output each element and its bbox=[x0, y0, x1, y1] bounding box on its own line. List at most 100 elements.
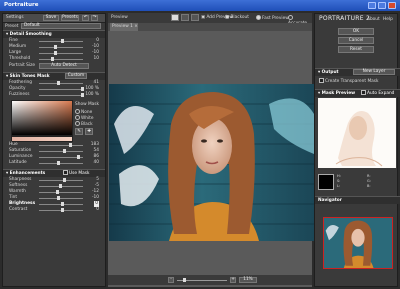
right-panel: PORTRAITURE 2 About Help OK Cancel Reset… bbox=[314, 13, 400, 287]
show-mask-label: Show Mask bbox=[75, 102, 100, 107]
checkbox-icon bbox=[361, 90, 366, 95]
navigator-thumbnail[interactable] bbox=[323, 217, 393, 269]
mask-readout: H: S: L: R: G: B: bbox=[337, 174, 397, 190]
preview-image[interactable] bbox=[109, 84, 315, 241]
skin-tones-header[interactable]: ▾ Skin Tones Mask Custom bbox=[3, 72, 105, 80]
close-tab-icon[interactable]: × bbox=[134, 24, 138, 29]
tab-label: Preview 1 bbox=[112, 24, 133, 29]
checkbox-label: Auto Expand bbox=[367, 91, 395, 96]
preset-label: Preset bbox=[5, 24, 19, 29]
portrait-size-row: Portrait Size Auto Detect bbox=[3, 62, 105, 70]
slider-value[interactable]: 0 bbox=[96, 207, 99, 213]
minimize-button[interactable] bbox=[368, 2, 376, 9]
channel-g: G: bbox=[367, 179, 371, 183]
preview-title: Preview bbox=[111, 15, 128, 20]
channel-l: L: bbox=[337, 184, 341, 188]
mask-preview-image bbox=[318, 98, 396, 168]
skin-mode-select[interactable]: Custom bbox=[65, 73, 87, 79]
option-label: Black bbox=[81, 122, 93, 127]
ok-button[interactable]: OK bbox=[338, 28, 374, 35]
auto-expand-checkbox[interactable]: Auto Expand bbox=[361, 90, 394, 97]
preset-select[interactable]: Default bbox=[21, 23, 101, 29]
split-view-icon[interactable] bbox=[181, 14, 189, 21]
zoom-bar: - + 11% bbox=[108, 275, 312, 285]
checkbox-label: Create Transparent Mask bbox=[325, 79, 379, 84]
channel-h: H: bbox=[337, 174, 341, 178]
zoom-out-icon[interactable]: - bbox=[168, 277, 174, 283]
zoom-slider[interactable] bbox=[177, 278, 227, 282]
checkbox-icon bbox=[319, 78, 324, 83]
radio-icon bbox=[75, 121, 80, 126]
mask-silhouette bbox=[335, 110, 383, 167]
settings-panel: Settings Save Presets ↶ ↷ Preset Default… bbox=[2, 13, 106, 287]
presets-button[interactable]: Presets bbox=[61, 15, 79, 21]
color-field[interactable] bbox=[11, 100, 73, 136]
radio-icon bbox=[75, 115, 80, 120]
channel-r: R: bbox=[367, 174, 371, 178]
skin-tones-title: Skin Tones Mask bbox=[9, 74, 50, 79]
undo-icon[interactable]: ↶ bbox=[82, 15, 89, 21]
reset-button[interactable]: Reset bbox=[338, 46, 374, 53]
radio-icon bbox=[256, 15, 261, 20]
navigator-photo bbox=[324, 218, 392, 268]
checkbox-label: Use Mask bbox=[69, 171, 90, 176]
transparent-mask-checkbox[interactable]: Create Transparent Mask bbox=[319, 78, 379, 84]
preview-area: Preview ▣ Add Preview ■ Blackout Fast Pr… bbox=[108, 13, 315, 287]
output-label: Output bbox=[321, 70, 339, 75]
cancel-button[interactable]: Cancel bbox=[338, 37, 374, 44]
detail-smoothing-header[interactable]: ▾ Detail Smoothing bbox=[3, 30, 105, 38]
window-title: Portraiture bbox=[4, 2, 39, 8]
output-select[interactable]: New Layer bbox=[353, 69, 395, 75]
mask-color-swatch bbox=[318, 174, 334, 190]
mask-option-black[interactable]: Black bbox=[75, 121, 93, 127]
blackout-label: Blackout bbox=[230, 15, 249, 20]
radio-icon bbox=[288, 15, 293, 20]
navigator-header[interactable]: Navigator bbox=[315, 196, 400, 204]
zoom-level-select[interactable]: 11% bbox=[239, 277, 257, 283]
portrait-size-select[interactable]: Auto Detect bbox=[39, 63, 89, 69]
color-picker-area: Show Mask None White Black ✎ ✚ bbox=[3, 98, 105, 142]
channel-b: B: bbox=[367, 184, 371, 188]
maximize-button[interactable] bbox=[378, 2, 386, 9]
app-logo: PORTRAITURE 2 bbox=[319, 15, 371, 22]
slider-value[interactable]: 40 bbox=[94, 160, 99, 166]
navigator-title: Navigator bbox=[318, 198, 342, 203]
enhancements-title: Enhancements bbox=[9, 171, 46, 176]
mask-preview-title: Mask Preview bbox=[321, 91, 356, 96]
slider-contrast[interactable]: Contrast 0 bbox=[3, 207, 105, 213]
eyedropper-icon[interactable]: ✎ bbox=[75, 128, 83, 135]
preview-tabs: Preview 1 × bbox=[108, 23, 312, 31]
use-mask-checkbox[interactable]: Use Mask bbox=[63, 170, 89, 177]
channel-s: S: bbox=[337, 179, 341, 183]
settings-label: Settings bbox=[6, 15, 24, 20]
slider-label: Latitude bbox=[9, 160, 27, 165]
portrait-size-label: Portrait Size bbox=[9, 63, 35, 68]
quad-view-icon[interactable] bbox=[191, 14, 199, 21]
zoom-in-icon[interactable]: + bbox=[230, 277, 236, 283]
radio-label: Fast Preview bbox=[262, 16, 289, 21]
about-link[interactable]: About bbox=[367, 17, 380, 22]
single-view-icon[interactable] bbox=[171, 14, 179, 21]
fast-preview-radio[interactable]: Fast Preview bbox=[256, 15, 289, 21]
portrait-photo bbox=[109, 84, 315, 241]
logo-row: PORTRAITURE 2 About Help bbox=[315, 14, 397, 25]
settings-header: Settings Save Presets ↶ ↷ bbox=[3, 14, 105, 23]
window-title-bar: Portraiture bbox=[0, 0, 400, 11]
enhancements-header[interactable]: ▾ Enhancements Use Mask bbox=[3, 169, 105, 177]
slider-label: Contrast bbox=[9, 207, 28, 212]
blackout-button[interactable]: ■ Blackout bbox=[225, 15, 249, 20]
checkbox-icon bbox=[63, 170, 68, 175]
save-button[interactable]: Save bbox=[43, 15, 59, 21]
close-button[interactable] bbox=[388, 2, 396, 9]
output-header[interactable]: ▾ Output New Layer bbox=[315, 68, 400, 76]
slider-latitude[interactable]: Latitude 40 bbox=[3, 160, 105, 166]
detail-rows: Fine 0 Medium -10 Large -10 Threshold 10 Por… bbox=[3, 38, 105, 70]
preset-row: Preset Default bbox=[3, 23, 105, 30]
redo-icon[interactable]: ↷ bbox=[91, 15, 98, 21]
radio-icon bbox=[75, 109, 80, 114]
help-link[interactable]: Help bbox=[383, 17, 393, 22]
detail-smoothing-title: Detail Smoothing bbox=[9, 32, 52, 37]
tab-preview-1[interactable]: Preview 1 × bbox=[110, 23, 138, 31]
mask-preview-header[interactable]: ▾ Mask Preview Auto Expand bbox=[315, 89, 400, 97]
eyedropper-plus-icon[interactable]: ✚ bbox=[85, 128, 93, 135]
